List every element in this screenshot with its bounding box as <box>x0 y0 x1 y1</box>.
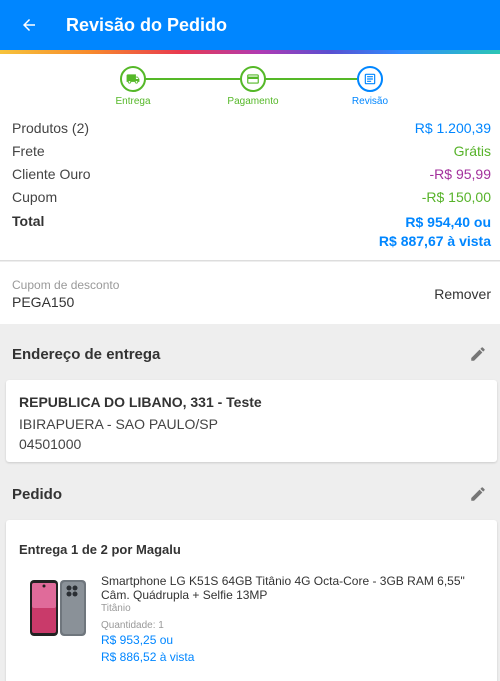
products-label: Produtos (2) <box>12 120 90 136</box>
product-price-cash: R$ 886,52 à vista <box>101 650 195 664</box>
coupon-section: Cupom de desconto PEGA150 Remover <box>0 262 500 324</box>
summary-row-total: Total R$ 954,40 ou R$ 887,67 à vista <box>12 213 491 249</box>
summary-row-shipping: Frete Grátis <box>12 143 491 159</box>
gold-value: -R$ 95,99 <box>429 166 491 182</box>
edit-address-button[interactable] <box>468 344 488 364</box>
address-card: REPUBLICA DO LIBANO, 331 - Teste IBIRAPU… <box>6 380 497 462</box>
order-section-title: Pedido <box>12 485 63 503</box>
step-label: Entrega <box>115 96 151 107</box>
summary-row-coupon: Cupom -R$ 150,00 <box>12 189 491 205</box>
coupon-code: PEGA150 <box>12 294 75 310</box>
order-section-header: Pedido <box>0 466 500 522</box>
remove-coupon-button[interactable]: Remover <box>434 286 491 302</box>
step-payment[interactable]: Pagamento <box>208 66 298 107</box>
summary-row-products: Produtos (2) R$ 1.200,39 <box>12 120 491 136</box>
product-name[interactable]: Smartphone LG K51S 64GB Titânio 4G Octa-… <box>101 574 486 602</box>
address-section-header: Endereço de entrega <box>0 326 500 382</box>
review-icon <box>357 66 383 92</box>
product-quantity: Quantidade: 1 <box>101 620 164 631</box>
order-summary: Produtos (2) R$ 1.200,39 Frete Grátis Cl… <box>0 116 500 261</box>
coupon-label: Cupom <box>12 189 58 205</box>
pencil-icon <box>471 487 485 501</box>
arrow-left-icon <box>23 19 35 31</box>
edit-order-button[interactable] <box>468 484 488 504</box>
page-title: Revisão do Pedido <box>66 14 228 35</box>
gold-label: Cliente Ouro <box>12 166 91 182</box>
product-color: Titânio <box>101 603 131 614</box>
shipping-label: Frete <box>12 143 45 159</box>
product-image[interactable] <box>24 578 90 638</box>
step-review[interactable]: Revisão <box>325 66 415 107</box>
truck-icon <box>120 66 146 92</box>
address-street: REPUBLICA DO LIBANO, 331 - Teste <box>19 394 262 410</box>
products-value: R$ 1.200,39 <box>414 120 491 136</box>
delivery-title: Entrega 1 de 2 por Magalu <box>19 542 181 557</box>
summary-row-gold: Cliente Ouro -R$ 95,99 <box>12 166 491 182</box>
address-zipcode: 04501000 <box>19 436 82 452</box>
app-bar: Revisão do Pedido <box>0 0 500 50</box>
pencil-icon <box>471 347 485 361</box>
total-cash-value: R$ 887,67 à vista <box>378 233 491 249</box>
step-label: Revisão <box>351 96 389 107</box>
payment-icon <box>240 66 266 92</box>
coupon-field-label: Cupom de desconto <box>12 278 120 292</box>
total-value-block: R$ 954,40 ou R$ 887,67 à vista <box>379 213 491 251</box>
back-button[interactable] <box>0 0 58 50</box>
checkout-stepper: Entrega Pagamento Revisão <box>0 54 500 116</box>
step-label: Pagamento <box>227 96 279 107</box>
order-card: Entrega 1 de 2 por Magalu Smartphone LG … <box>6 520 497 681</box>
address-section-title: Endereço de entrega <box>12 345 161 363</box>
step-delivery[interactable]: Entrega <box>88 66 178 107</box>
product-price: R$ 953,25 ou <box>101 633 174 647</box>
total-value: R$ 954,40 ou <box>405 214 491 230</box>
coupon-value: -R$ 150,00 <box>421 189 491 205</box>
shipping-value: Grátis <box>453 143 491 159</box>
address-district: IBIRAPUERA - SAO PAULO/SP <box>19 416 218 432</box>
total-label: Total <box>12 213 45 229</box>
